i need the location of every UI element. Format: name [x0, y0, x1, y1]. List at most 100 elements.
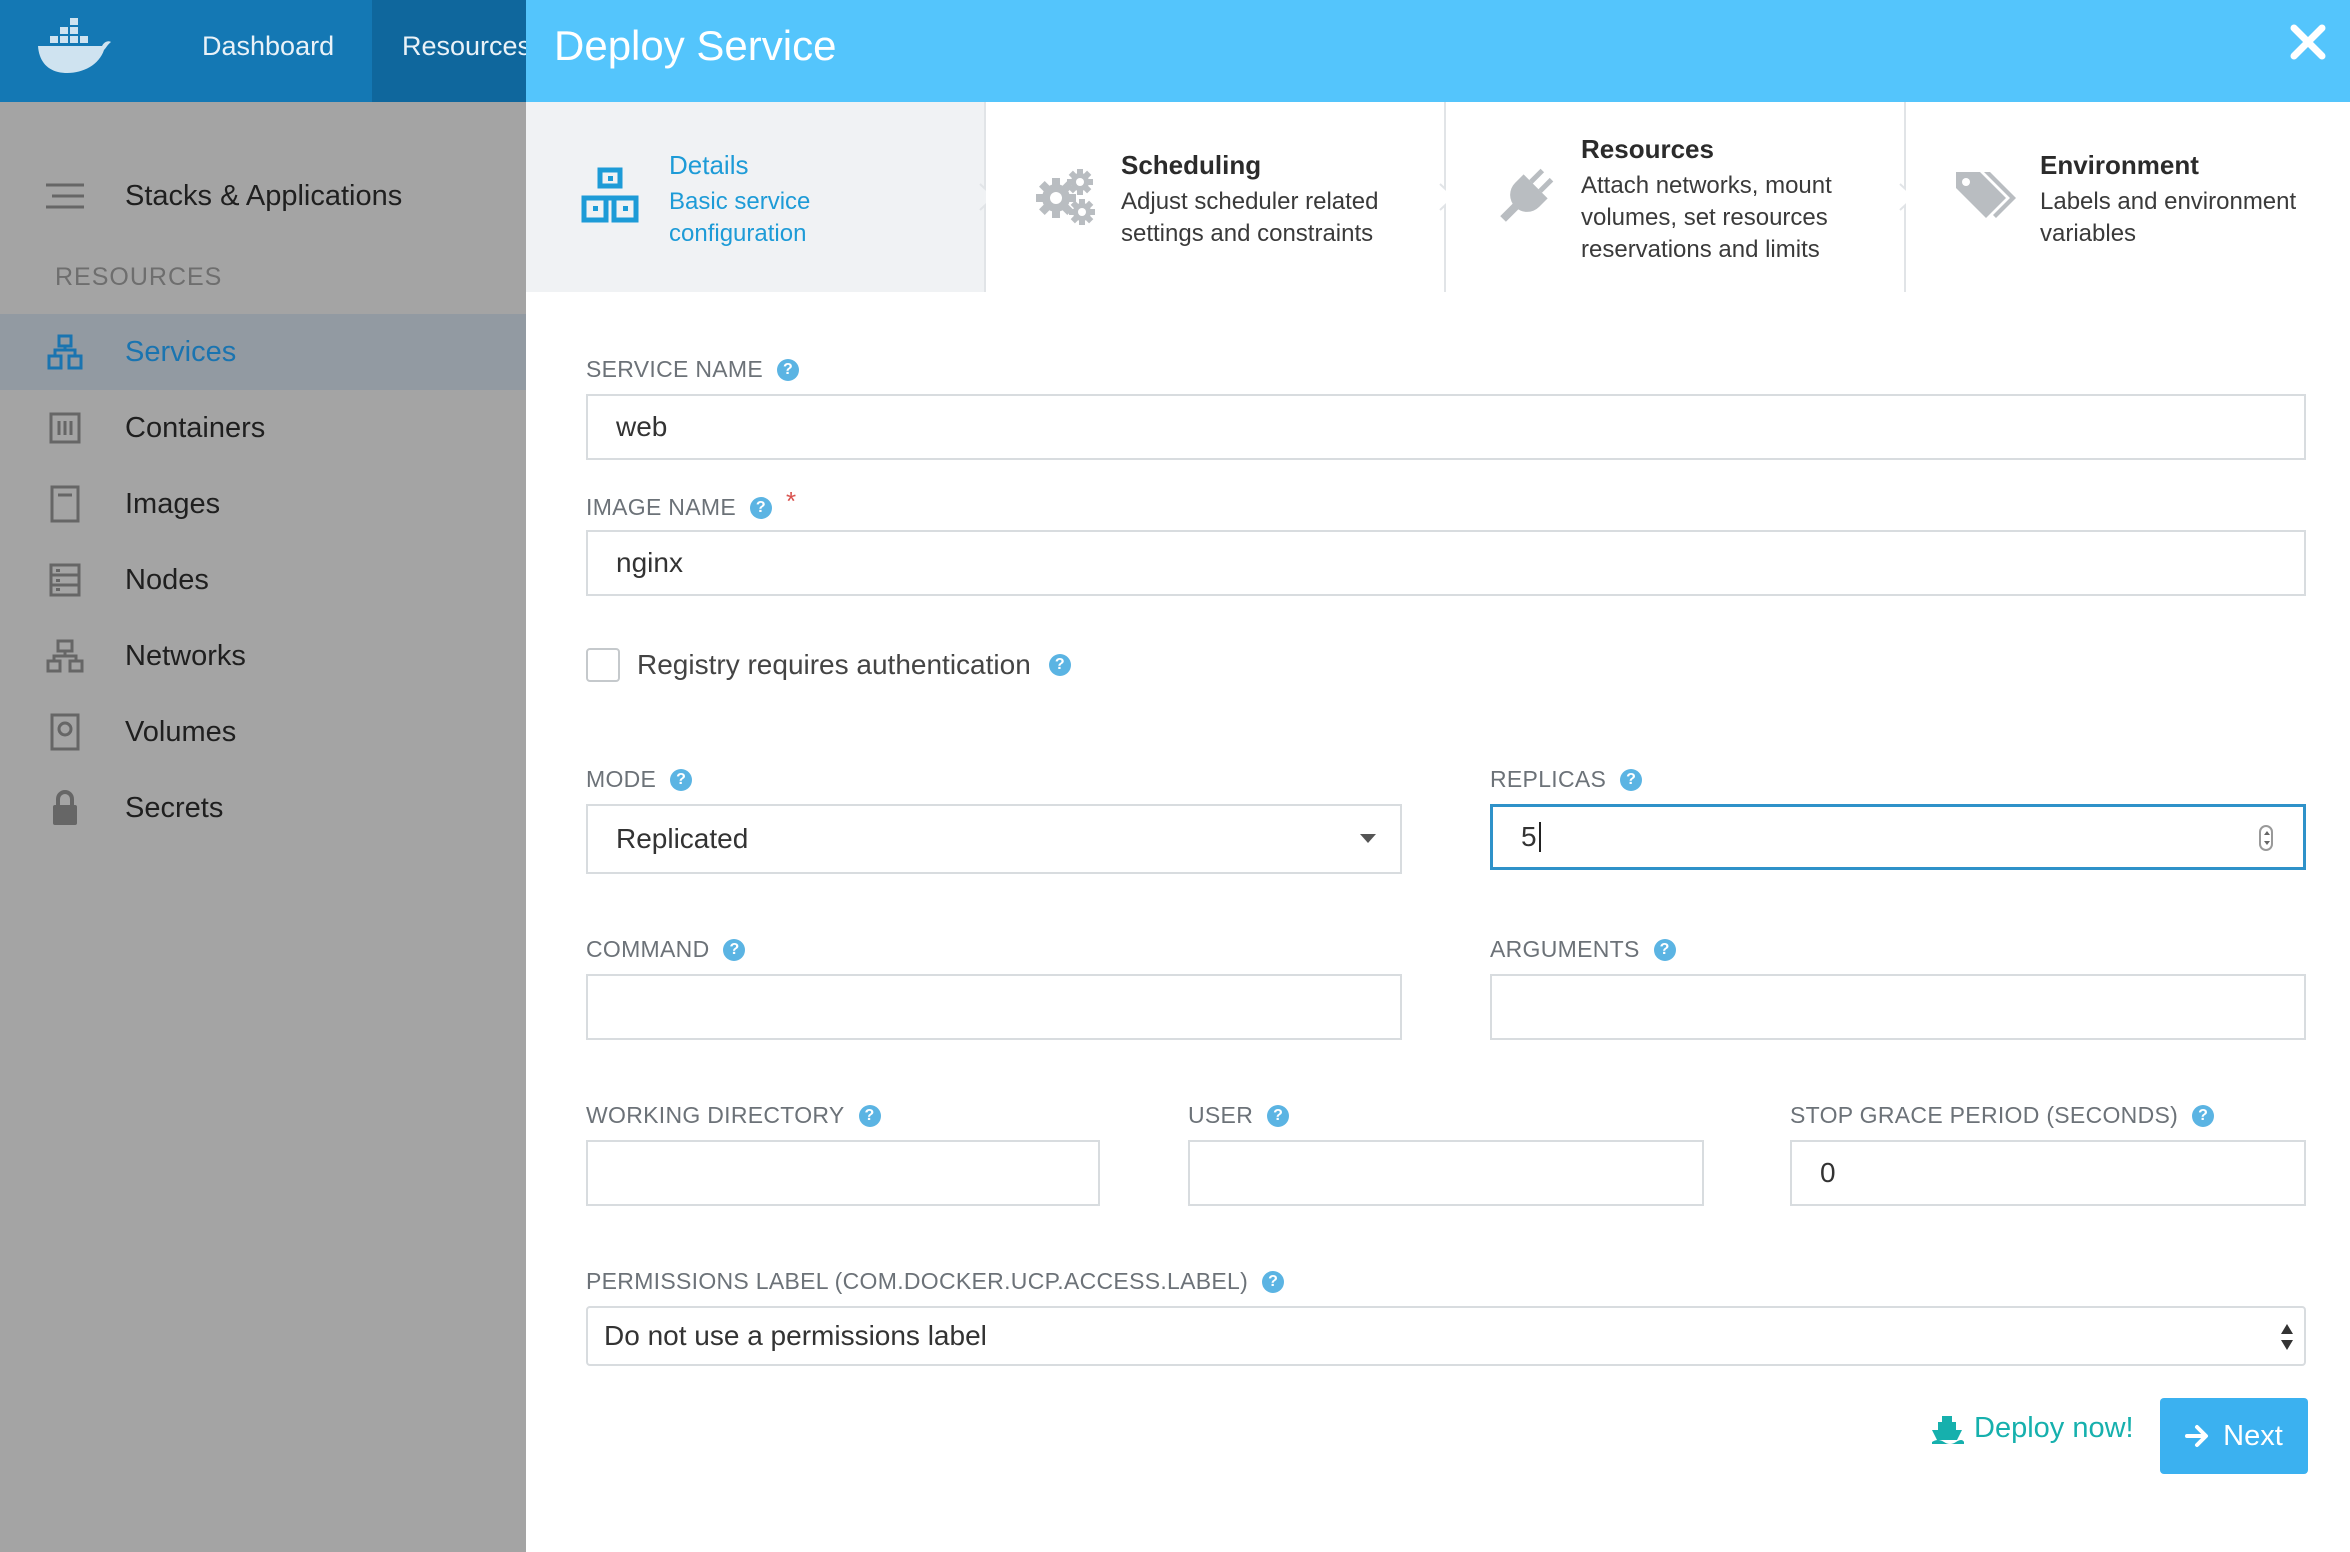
help-icon[interactable]: ?	[1048, 654, 1071, 676]
registry-auth-label: Registry requires authentication ?	[637, 648, 1071, 682]
registry-auth-checkbox[interactable]	[586, 648, 620, 682]
close-icon[interactable]	[2288, 22, 2328, 62]
services-icon	[46, 333, 84, 371]
docker-logo-icon[interactable]	[36, 18, 112, 78]
label-text: SERVICE NAME	[586, 356, 763, 382]
sidebar-item-containers[interactable]: Containers	[0, 390, 526, 466]
sidebar-item-services[interactable]: Services	[0, 314, 526, 390]
tags-icon	[1956, 172, 2016, 218]
help-icon[interactable]: ?	[2192, 1104, 2215, 1127]
help-icon[interactable]: ?	[1267, 1104, 1290, 1127]
working-directory-input[interactable]	[586, 1140, 1100, 1206]
working-directory-label: WORKING DIRECTORY ?	[586, 1102, 881, 1129]
help-icon[interactable]: ?	[777, 358, 799, 381]
sidebar-item-label: Containers	[125, 411, 266, 444]
image-name-label: IMAGE NAME ? *	[586, 486, 796, 523]
sidebar-item-nodes[interactable]: Nodes	[0, 542, 526, 618]
step-title: Resources	[1581, 134, 1714, 164]
step-environment[interactable]: Environment Labels and environment varia…	[1906, 102, 2350, 292]
volumes-icon	[46, 713, 84, 751]
step-title: Details	[669, 150, 749, 180]
input-value: nginx	[616, 547, 683, 578]
sidebar-item-label: Services	[125, 335, 237, 368]
sidebar-item-volumes[interactable]: Volumes	[0, 694, 526, 770]
label-text: USER	[1188, 1102, 1254, 1128]
ship-icon	[1932, 1415, 1964, 1444]
sidebar-item-label: Networks	[125, 639, 246, 672]
plug-icon	[1500, 168, 1554, 222]
panel-header: Deploy Service	[526, 0, 2350, 102]
arrow-right-icon	[2185, 1425, 2209, 1447]
number-spinner-icon[interactable]	[2259, 825, 2273, 851]
command-input[interactable]	[586, 974, 1402, 1040]
select-arrows-icon	[2281, 1324, 2293, 1350]
button-label: Deploy now!	[1974, 1412, 2134, 1444]
user-input[interactable]	[1188, 1140, 1704, 1206]
step-title: Environment	[2040, 150, 2199, 180]
sidebar-item-label: Nodes	[125, 563, 209, 596]
sidebar-item-images[interactable]: Images	[0, 466, 526, 542]
containers-icon	[46, 409, 84, 447]
label-text: WORKING DIRECTORY	[586, 1102, 845, 1128]
sidebar-item-label: Images	[125, 487, 221, 520]
required-marker: *	[785, 486, 797, 516]
label-text: STOP GRACE PERIOD (SECONDS)	[1790, 1102, 2179, 1128]
sidebar-section-heading: RESOURCES	[55, 263, 223, 291]
sidebar-item-label: Volumes	[125, 715, 237, 748]
replicas-label: REPLICAS ?	[1490, 766, 1643, 793]
nav-dashboard[interactable]: Dashboard	[172, 0, 364, 102]
wizard-steps: Details Basic service configuration Sche…	[526, 102, 2350, 292]
step-scheduling[interactable]: Scheduling Adjust scheduler related sett…	[986, 102, 1456, 292]
step-resources[interactable]: Resources Attach networks, mount volumes…	[1446, 102, 1916, 292]
image-name-input[interactable]: nginx	[586, 530, 2306, 596]
networks-icon	[46, 637, 84, 675]
label-text: IMAGE NAME	[586, 494, 736, 520]
panel-title: Deploy Service	[554, 22, 837, 69]
caret-down-icon	[1360, 834, 1376, 843]
sidebar-item-networks[interactable]: Networks	[0, 618, 526, 694]
help-icon[interactable]: ?	[723, 938, 746, 961]
label-text: COMMAND	[586, 936, 710, 962]
sidebar-item-label: Stacks & Applications	[125, 179, 403, 212]
step-description: Labels and environment variables	[2040, 188, 2297, 247]
deploy-now-button[interactable]: Deploy now!	[1930, 1412, 2134, 1445]
label-text: ARGUMENTS	[1490, 936, 1640, 962]
step-description: Adjust scheduler related settings and co…	[1121, 188, 1379, 247]
input-value: web	[616, 411, 668, 442]
arguments-input[interactable]	[1490, 974, 2306, 1040]
help-icon[interactable]: ?	[858, 1104, 881, 1127]
lock-icon	[46, 789, 84, 827]
stop-grace-period-label: STOP GRACE PERIOD (SECONDS) ?	[1790, 1102, 2215, 1129]
permissions-label: PERMISSIONS LABEL (COM.DOCKER.UCP.ACCESS…	[586, 1268, 1285, 1295]
help-icon[interactable]: ?	[1653, 938, 1676, 961]
input-value: 0	[1820, 1157, 1836, 1188]
text-cursor	[1538, 822, 1541, 852]
service-name-label: SERVICE NAME ?	[586, 356, 799, 383]
help-icon[interactable]: ?	[1620, 768, 1643, 791]
step-details[interactable]: Details Basic service configuration	[526, 102, 996, 292]
mode-label: MODE ?	[586, 766, 693, 793]
select-value: Do not use a permissions label	[604, 1320, 987, 1351]
nav-resources[interactable]: Resources	[372, 0, 532, 102]
help-icon[interactable]: ?	[749, 496, 772, 519]
deploy-service-panel: Deploy Service Details Basic service con…	[526, 0, 2350, 1552]
command-label: COMMAND ?	[586, 936, 746, 963]
sidebar-item-secrets[interactable]: Secrets	[0, 770, 526, 846]
help-icon[interactable]: ?	[1262, 1270, 1285, 1293]
next-button[interactable]: Next	[2160, 1398, 2308, 1474]
label-text: Registry requires authentication	[637, 649, 1031, 680]
replicas-input[interactable]: 5	[1490, 804, 2306, 870]
user-label: USER ?	[1188, 1102, 1290, 1129]
label-text: MODE	[586, 766, 657, 792]
help-icon[interactable]: ?	[670, 768, 693, 791]
stop-grace-period-input[interactable]: 0	[1790, 1140, 2306, 1206]
mode-select[interactable]: Replicated	[586, 804, 1402, 874]
step-description: Basic service configuration	[669, 188, 811, 247]
gears-icon	[1036, 169, 1095, 225]
blocks-icon	[581, 167, 639, 223]
permissions-label-select[interactable]: Do not use a permissions label	[586, 1306, 2306, 1366]
sidebar-item-stacks[interactable]: Stacks & Applications	[0, 158, 526, 234]
images-icon	[46, 485, 84, 523]
service-name-input[interactable]: web	[586, 394, 2306, 460]
step-title: Scheduling	[1121, 150, 1262, 180]
